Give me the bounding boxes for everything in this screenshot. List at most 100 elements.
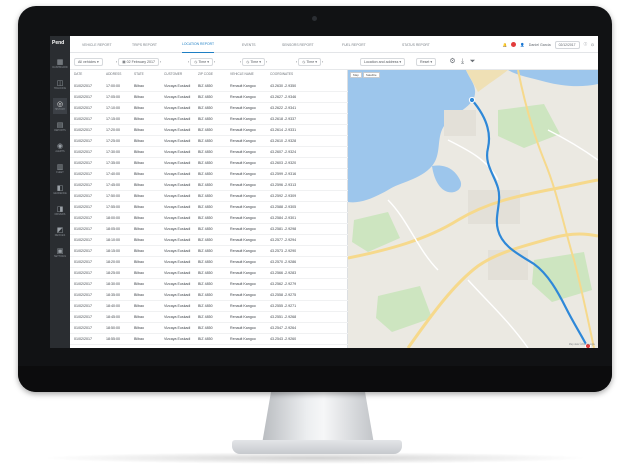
table-cell: Renault Kangoo <box>230 216 256 220</box>
table-row[interactable]: 01/02/2017 18:00:00 Bilbao Vizcaya Euskadi B… <box>70 213 348 224</box>
chevron-right-icon[interactable]: › <box>214 60 215 64</box>
tab-sensors-report[interactable]: SENSORS REPORT <box>282 36 314 53</box>
table-row[interactable]: 01/02/2017 17:55:00 Bilbao Vizcaya Euskadi B… <box>70 202 348 213</box>
column-header-zip-code[interactable]: ZIP CODE <box>198 72 213 76</box>
map-type-map[interactable]: Map <box>350 72 362 78</box>
download-icon[interactable]: ⤓ <box>458 57 467 66</box>
tab-status-report[interactable]: STATUS REPORT <box>402 36 430 53</box>
reset-button[interactable]: Reset ▾ <box>416 57 437 66</box>
tab-trips-report[interactable]: TRIPS REPORT <box>132 36 157 53</box>
table-row[interactable]: 01/02/2017 17:10:00 Bilbao Vizcaya Euskadi B… <box>70 103 348 114</box>
table-cell: Bilbao <box>134 150 144 154</box>
table-cell: 17:25:00 <box>106 139 120 143</box>
table-row[interactable]: 01/02/2017 17:15:00 Bilbao Vizcaya Euskadi B… <box>70 114 348 125</box>
table-row[interactable]: 01/02/2017 17:25:00 Bilbao Vizcaya Euskadi B… <box>70 136 348 147</box>
table-cell: 01/02/2017 <box>74 139 92 143</box>
chevron-right-icon[interactable]: › <box>322 60 323 64</box>
chevron-left-icon[interactable]: ‹ <box>188 60 189 64</box>
table-row[interactable]: 01/02/2017 17:45:00 Bilbao Vizcaya Euskadi B… <box>70 180 348 191</box>
chevron-right-icon[interactable]: › <box>160 60 161 64</box>
vehicle-filter[interactable]: All vehicles ▾ <box>74 57 103 66</box>
reset-button-label: Reset <box>420 59 430 64</box>
history-icon: ◎ <box>56 101 64 108</box>
table-row[interactable]: 01/02/2017 18:50:00 Bilbao Vizcaya Euskadi B… <box>70 323 348 334</box>
table-row[interactable]: 01/02/2017 17:30:00 Bilbao Vizcaya Euskadi B… <box>70 147 348 158</box>
column-header-date[interactable]: DATE <box>74 72 82 76</box>
sidebar-item-settings[interactable]: ▣ SETTINGS <box>53 245 67 261</box>
tab-fuel-report[interactable]: FUEL REPORT <box>342 36 366 53</box>
table-cell: Bilbao <box>134 315 144 319</box>
table-cell: BIZ 4850 <box>198 84 213 88</box>
table-cell: 17:10:00 <box>106 106 120 110</box>
sidebar-item-history[interactable]: ◎ HISTORY <box>53 98 67 114</box>
table-cell: BIZ 4850 <box>198 172 213 176</box>
table-row[interactable]: 01/02/2017 17:50:00 Bilbao Vizcaya Euskadi B… <box>70 191 348 202</box>
table-row[interactable]: 01/02/2017 18:25:00 Bilbao Vizcaya Euskadi B… <box>70 268 348 279</box>
column-header-vehicle-name[interactable]: VEHICLE NAME <box>230 72 254 76</box>
table-cell: Vizcaya Euskadi <box>164 282 191 286</box>
table-row[interactable]: 01/02/2017 18:45:00 Bilbao Vizcaya Euskadi B… <box>70 312 348 323</box>
time-extra-filter[interactable]: ‹ ◷ Time ▾ › <box>296 57 323 66</box>
time-from-filter[interactable]: ‹ ◷ Time ▾ › <box>188 57 215 66</box>
tab-vehicle-report[interactable]: VEHICLE REPORT <box>82 36 112 53</box>
sidebar-item-geofence[interactable]: ◧ GEOFENCE <box>53 182 67 198</box>
table-cell: Renault Kangoo <box>230 238 256 242</box>
map-urban-3 <box>488 250 528 280</box>
table-cell: Vizcaya Euskadi <box>164 216 191 220</box>
sidebar-item-dashboard[interactable]: ▦ DASHBOARD <box>52 56 67 72</box>
table-row[interactable]: 01/02/2017 18:15:00 Bilbao Vizcaya Euskadi B… <box>70 246 348 257</box>
table-cell: Bilbao <box>134 128 144 132</box>
chevron-left-icon[interactable]: ‹ <box>296 60 297 64</box>
table-cell: BIZ 4850 <box>198 194 213 198</box>
table-row[interactable]: 01/02/2017 17:40:00 Bilbao Vizcaya Euskadi B… <box>70 169 348 180</box>
sidebar-item-fleet[interactable]: ▥ FLEET <box>53 161 67 177</box>
date-filter[interactable]: ‹ ▦ 02 February 2017 › <box>116 57 161 66</box>
table-row[interactable]: 01/02/2017 17:35:00 Bilbao Vizcaya Euskadi B… <box>70 158 348 169</box>
help-icon[interactable]: ⓘ <box>584 42 588 47</box>
settings-icon[interactable]: ⚙ <box>448 57 457 66</box>
filter-icon[interactable]: ⏷ <box>468 57 477 66</box>
column-header-state[interactable]: STATE <box>134 72 144 76</box>
column-header-address[interactable]: ADDRESS <box>106 72 121 76</box>
time-to-filter[interactable]: ‹ ◷ Time ▾ › <box>240 57 267 66</box>
table-cell: 43.2627 -2.9346 <box>270 95 297 99</box>
map-canvas[interactable] <box>348 70 598 348</box>
location-select[interactable]: Location and address ▾ <box>360 57 406 66</box>
logout-icon[interactable]: ⏻ <box>591 43 594 47</box>
bell-icon[interactable]: 🔔 <box>503 43 507 47</box>
table-row[interactable]: 01/02/2017 18:40:00 Bilbao Vizcaya Euskadi B… <box>70 301 348 312</box>
table-row[interactable]: 01/02/2017 18:35:00 Bilbao Vizcaya Euskadi B… <box>70 290 348 301</box>
chevron-left-icon[interactable]: ‹ <box>240 60 241 64</box>
table-cell: 43.2607 -2.9324 <box>270 150 297 154</box>
sidebar-item-devices[interactable]: ◩ DEVICES <box>53 224 67 240</box>
tab-location-report[interactable]: LOCATION REPORT <box>182 36 215 53</box>
tab-events[interactable]: EVENTS <box>242 36 256 53</box>
date-pill[interactable]: 02/12/2017 <box>554 40 580 49</box>
table-row[interactable]: 01/02/2017 18:05:00 Bilbao Vizcaya Euskadi B… <box>70 224 348 235</box>
table-cell: 18:00:00 <box>106 216 120 220</box>
column-header-coordinates[interactable]: COORDINATES <box>270 72 293 76</box>
chevron-left-icon[interactable]: ‹ <box>116 60 117 64</box>
table-cell: Bilbao <box>134 194 144 198</box>
table-row[interactable]: 01/02/2017 18:10:00 Bilbao Vizcaya Euskadi B… <box>70 235 348 246</box>
table-row[interactable]: 01/02/2017 18:55:00 Bilbao Vizcaya Euskadi B… <box>70 334 348 345</box>
table-row[interactable]: 01/02/2017 18:20:00 Bilbao Vizcaya Euskadi B… <box>70 257 348 268</box>
route-start-marker[interactable] <box>468 96 476 104</box>
map-type-satellite[interactable]: Satellite <box>362 72 380 78</box>
table-row[interactable]: 01/02/2017 18:30:00 Bilbao Vizcaya Euskadi B… <box>70 279 348 290</box>
user-avatar[interactable]: 👤 <box>520 43 524 47</box>
table-cell: Bilbao <box>134 337 144 341</box>
sidebar-item-alerts[interactable]: ◉ ALERTS <box>53 140 67 156</box>
sidebar-item-drivers[interactable]: ◨ DRIVERS <box>53 203 67 219</box>
column-header-customer[interactable]: CUSTOMER <box>164 72 182 76</box>
sidebar-item-reports[interactable]: ▤ REPORTS <box>53 119 67 135</box>
table-cell: 18:10:00 <box>106 238 120 242</box>
table-row[interactable]: 01/02/2017 17:00:00 Bilbao Vizcaya Euskadi B… <box>70 81 348 92</box>
user-name[interactable]: Daniel Garcia <box>529 43 551 47</box>
chevron-right-icon[interactable]: › <box>266 60 267 64</box>
sidebar-item-tracking[interactable]: ◫ TRACKING <box>53 77 67 93</box>
table-cell: Vizcaya Euskadi <box>164 337 191 341</box>
route-map[interactable]: Map Satellite Map data ©2017 Google <box>348 70 598 348</box>
table-row[interactable]: 01/02/2017 17:20:00 Bilbao Vizcaya Euskadi B… <box>70 125 348 136</box>
table-row[interactable]: 01/02/2017 17:05:00 Bilbao Vizcaya Euskadi B… <box>70 92 348 103</box>
